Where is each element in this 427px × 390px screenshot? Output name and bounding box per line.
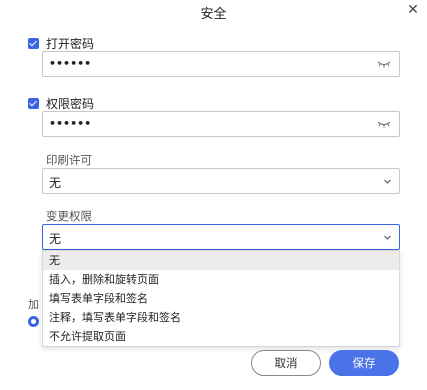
eye-closed-icon[interactable] bbox=[377, 59, 391, 69]
permission-password-value: •••••• bbox=[49, 117, 92, 130]
dropdown-option[interactable]: 注释，填写表单字段和签名 bbox=[43, 308, 399, 327]
dropdown-option[interactable]: 无 bbox=[43, 251, 399, 270]
change-permission-select[interactable]: 无 bbox=[42, 224, 400, 250]
encryption-radio[interactable] bbox=[28, 316, 39, 327]
chevron-down-icon bbox=[384, 179, 391, 184]
dialog-title: 安全 bbox=[200, 7, 227, 22]
encryption-label: 加 bbox=[28, 298, 39, 311]
save-button[interactable]: 保存 bbox=[329, 350, 399, 376]
security-dialog: 安全 ✕ 打开密码 •••••• 权限密码 •••••• 印刷许可 无 变更权限… bbox=[0, 0, 427, 390]
change-permission-label: 变更权限 bbox=[46, 209, 92, 223]
cancel-button[interactable]: 取消 bbox=[251, 350, 321, 376]
print-permission-select[interactable]: 无 bbox=[42, 168, 400, 194]
open-password-row[interactable]: 打开密码 bbox=[28, 35, 94, 51]
open-password-checkbox[interactable] bbox=[28, 37, 39, 49]
chevron-down-icon bbox=[384, 235, 391, 240]
permission-password-checkbox[interactable] bbox=[28, 97, 39, 109]
change-permission-value: 无 bbox=[49, 232, 62, 246]
permission-password-row[interactable]: 权限密码 bbox=[28, 95, 94, 111]
permission-password-field[interactable]: •••••• bbox=[42, 111, 400, 137]
open-password-label: 打开密码 bbox=[46, 36, 95, 51]
close-icon[interactable]: ✕ bbox=[404, 1, 422, 19]
print-permission-value: 无 bbox=[49, 176, 62, 190]
eye-closed-icon[interactable] bbox=[377, 119, 391, 129]
change-permission-dropdown: 无 插入，删除和旋转页面 填写表单字段和签名 注释，填写表单字段和签名 不允许提… bbox=[42, 250, 400, 347]
open-password-value: •••••• bbox=[49, 57, 92, 70]
dropdown-option[interactable]: 插入，删除和旋转页面 bbox=[43, 270, 399, 289]
dropdown-option[interactable]: 填写表单字段和签名 bbox=[43, 289, 399, 308]
dropdown-option[interactable]: 不允许提取页面 bbox=[43, 327, 399, 346]
permission-password-label: 权限密码 bbox=[46, 96, 95, 111]
open-password-field[interactable]: •••••• bbox=[42, 51, 400, 77]
print-permission-label: 印刷许可 bbox=[46, 153, 92, 167]
